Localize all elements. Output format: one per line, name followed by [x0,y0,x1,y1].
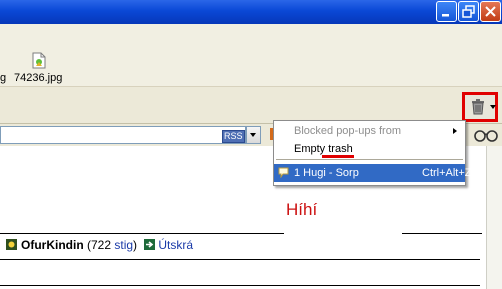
close-button[interactable] [480,1,501,22]
menu-shortcut: Ctrl+Alt+Z [422,167,472,179]
rss-badge[interactable]: RSS [222,130,245,143]
minimize-button[interactable] [436,1,457,22]
address-input[interactable] [0,126,246,144]
menu-item-blocked-popups[interactable]: Blocked pop-ups from [274,122,465,140]
divider [0,233,284,234]
logout-arrow-icon [144,239,156,250]
submenu-arrow-icon [453,128,457,134]
user-info: OfurKindin (722 stig) Útskrá [6,238,193,252]
menu-item-hugi-sorp[interactable]: 1 Hugi - Sorp Ctrl+Alt+Z [274,164,472,182]
restore-icon [462,5,475,18]
close-icon [485,6,496,17]
menu-separator [276,159,463,160]
toolbar [0,87,502,124]
user-points: (722 stig) [87,238,138,252]
restore-button[interactable] [458,1,479,22]
username[interactable]: OfurKindin [21,238,84,252]
menu-item-empty-trash[interactable]: Empty trash [274,140,465,158]
user-badge-icon [6,239,17,250]
trash-menu-button[interactable] [462,92,498,122]
file-strip [0,24,502,87]
file-item-label[interactable]: 74236.jpg [14,72,62,84]
annotation-underline [322,155,354,158]
chevron-down-icon [250,133,256,137]
trash-can-icon [472,99,484,115]
chevron-down-icon [490,105,496,109]
divider [0,259,480,260]
page-heading: Híhí [286,200,318,219]
divider [402,233,482,234]
file-item-label[interactable]: g [0,72,6,84]
divider [0,285,480,286]
logout-link[interactable]: Útskrá [158,238,193,252]
message-icon [278,167,289,178]
glasses-icon[interactable] [474,128,498,142]
minimize-icon [442,14,449,17]
trash-popup-menu: Blocked pop-ups from Empty trash 1 Hugi … [273,120,472,186]
address-dropdown-button[interactable] [246,126,261,144]
image-file-icon[interactable] [32,52,46,69]
vertical-scrollbar[interactable] [486,146,502,289]
title-bar [0,0,502,24]
